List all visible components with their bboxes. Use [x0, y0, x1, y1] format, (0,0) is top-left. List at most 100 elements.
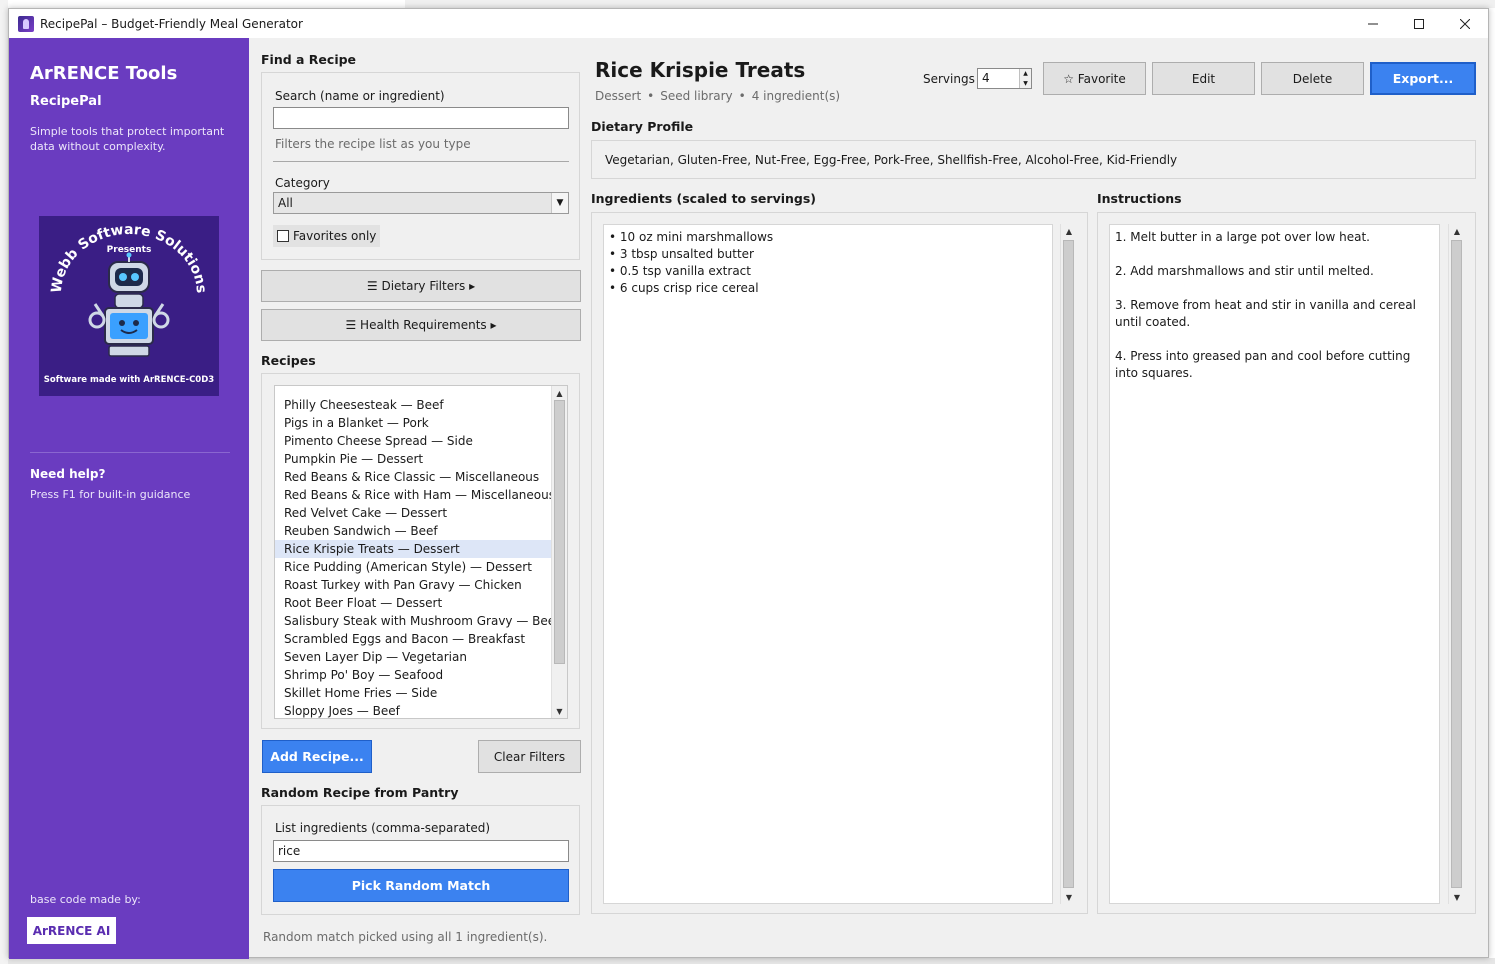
scroll-up-icon[interactable]: ▲: [1449, 224, 1465, 238]
recipe-list-item[interactable]: Shrimp Po' Boy — Seafood: [275, 666, 553, 684]
meta-separator: •: [738, 89, 746, 103]
status-message: Random match picked using all 1 ingredie…: [263, 930, 548, 944]
scrollbar-thumb[interactable]: [1451, 240, 1462, 888]
meta-separator: •: [647, 89, 655, 103]
minimize-icon: [1368, 23, 1378, 24]
recipe-title: Rice Krispie Treats: [595, 58, 806, 82]
recipe-list-item[interactable]: Pimento Cheese Spread — Side: [275, 432, 553, 450]
recipe-list-item[interactable]: Salisbury Steak with Mushroom Gravy — Be…: [275, 612, 559, 630]
recipe-list-item[interactable]: Pigs in a Blanket — Pork: [275, 414, 553, 432]
arrence-ai-badge[interactable]: ArRENCE AI: [27, 917, 116, 944]
recipe-list[interactable]: Philly Cheesesteak — Beef Pigs in a Blank…: [274, 385, 568, 719]
recipe-list-item[interactable]: Red Beans & Rice with Ham — Miscellaneou…: [275, 486, 555, 504]
ingredients-list: • 10 oz mini marshmallows • 3 tbsp unsalt…: [609, 229, 1047, 297]
scroll-down-icon[interactable]: ▼: [1061, 890, 1077, 904]
recipe-list-item[interactable]: Seven Layer Dip — Vegetarian: [275, 648, 553, 666]
clear-filters-button[interactable]: Clear Filters: [478, 740, 581, 773]
pick-random-match-button[interactable]: Pick Random Match: [273, 869, 569, 902]
recipe-list-item[interactable]: Scrambled Eggs and Bacon — Breakfast: [275, 630, 553, 648]
recipe-list-item[interactable]: Rice Pudding (American Style) — Dessert: [275, 558, 553, 576]
desktop-background: [0, 0, 8, 964]
pantry-label: List ingredients (comma-separated): [275, 821, 491, 835]
find-recipe-heading: Find a Recipe: [261, 52, 357, 67]
window-title: RecipePal – Budget-Friendly Meal Generat…: [40, 16, 303, 31]
ingredients-textbox[interactable]: • 10 oz mini marshmallows • 3 tbsp unsalt…: [603, 224, 1053, 904]
recipe-ingredient-count: 4 ingredient(s): [751, 89, 841, 103]
find-recipe-group: Search (name or ingredient) Filters the …: [261, 72, 580, 260]
stepper-down-icon[interactable]: ▼: [1023, 80, 1028, 87]
scrollbar-thumb[interactable]: [1063, 240, 1074, 888]
recipe-list-scrollbar[interactable]: ▲ ▼: [551, 386, 567, 718]
favorite-button[interactable]: ☆ Favorite: [1043, 62, 1146, 95]
recipe-list-item[interactable]: Skillet Home Fries — Side: [275, 684, 553, 702]
recipe-list-item[interactable]: Red Beans & Rice Classic — Miscellaneous: [275, 468, 553, 486]
category-select[interactable]: All ▼: [273, 192, 569, 214]
recipe-list-item[interactable]: Root Beer Float — Dessert: [275, 594, 553, 612]
recipe-list-item[interactable]: Philly Cheesesteak — Beef: [275, 396, 553, 414]
close-icon: [1460, 18, 1470, 29]
base-code-label: base code made by:: [30, 893, 141, 906]
delete-button[interactable]: Delete: [1261, 62, 1364, 95]
scroll-down-icon[interactable]: ▼: [552, 704, 567, 718]
sidebar: ArRENCE Tools RecipePal Simple tools tha…: [9, 38, 249, 959]
category-value: All: [278, 196, 293, 210]
add-recipe-button[interactable]: Add Recipe...: [262, 740, 372, 773]
servings-stepper[interactable]: ▲ ▼: [1019, 69, 1031, 88]
minimize-button[interactable]: [1350, 9, 1396, 38]
search-hint: Filters the recipe list as you type: [275, 137, 471, 151]
maximize-icon: [1414, 18, 1424, 29]
ingredients-group: • 10 oz mini marshmallows • 3 tbsp unsalt…: [591, 212, 1088, 914]
category-label: Category: [275, 176, 330, 190]
pantry-group: List ingredients (comma-separated) Pick …: [261, 805, 580, 915]
favorites-only-checkbox[interactable]: Favorites only: [273, 225, 381, 247]
close-button[interactable]: [1442, 9, 1488, 38]
recipe-list-item[interactable]: Red Velvet Cake — Dessert: [275, 504, 553, 522]
search-input[interactable]: [273, 107, 569, 129]
scroll-up-icon[interactable]: ▲: [1061, 224, 1077, 238]
dietary-profile-heading: Dietary Profile: [591, 119, 694, 134]
pantry-ingredients-input[interactable]: [273, 840, 569, 862]
dietary-profile-text: Vegetarian, Gluten-Free, Nut-Free, Egg-F…: [605, 153, 1178, 167]
chevron-down-icon[interactable]: ▼: [551, 193, 568, 213]
ingredient-line: • 10 oz mini marshmallows: [609, 230, 774, 244]
ingredient-line: • 6 cups crisp rice cereal: [609, 281, 759, 295]
recipes-group: Philly Cheesesteak — Beef Pigs in a Blank…: [261, 373, 580, 729]
instructions-scrollbar[interactable]: ▲ ▼: [1448, 224, 1465, 904]
pantry-heading: Random Recipe from Pantry: [261, 785, 459, 800]
recipe-list-item[interactable]: Roast Turkey with Pan Gravy — Chicken: [275, 576, 553, 594]
favorites-only-label: Favorites only: [293, 229, 377, 243]
ingredient-line: • 0.5 tsp vanilla extract: [609, 264, 751, 278]
recipe-list-item[interactable]: Reuben Sandwich — Beef: [275, 522, 553, 540]
servings-spinbox[interactable]: 4 ▲ ▼: [977, 68, 1032, 89]
recipe-meta: Dessert • Seed library • 4 ingredient(s): [595, 89, 840, 103]
window-controls: [1350, 9, 1488, 38]
servings-label: Servings: [923, 72, 975, 86]
instructions-textbox[interactable]: 1. Melt butter in a large pot over low h…: [1109, 224, 1440, 904]
scrollbar-thumb[interactable]: [554, 400, 565, 664]
recipe-list-item[interactable]: Pumpkin Pie — Dessert: [275, 450, 553, 468]
instructions-group: 1. Melt butter in a large pot over low h…: [1097, 212, 1476, 914]
instruction-step: 2. Add marshmallows and stir until melte…: [1115, 264, 1374, 278]
servings-value: 4: [982, 71, 990, 85]
recipe-source: Seed library: [660, 89, 733, 103]
ingredients-scrollbar[interactable]: ▲ ▼: [1060, 224, 1077, 904]
ingredient-line: • 3 tbsp unsalted butter: [609, 247, 754, 261]
recipe-list-item[interactable]: Sloppy Joes — Beef: [275, 702, 553, 718]
dietary-filters-button[interactable]: ☰ Dietary Filters ▸: [261, 270, 581, 302]
scroll-up-icon[interactable]: ▲: [552, 386, 567, 400]
edit-button[interactable]: Edit: [1152, 62, 1255, 95]
title-bar[interactable]: RecipePal – Budget-Friendly Meal Generat…: [9, 9, 1488, 38]
health-requirements-button[interactable]: ☰ Health Requirements ▸: [261, 309, 581, 341]
checkbox-box[interactable]: [277, 230, 289, 242]
stepper-up-icon[interactable]: ▲: [1023, 70, 1028, 77]
sidebar-divider: [30, 452, 230, 453]
scroll-down-icon[interactable]: ▼: [1449, 890, 1465, 904]
search-label: Search (name or ingredient): [275, 89, 445, 103]
help-text: Press F1 for built-in guidance: [30, 488, 191, 501]
app-window: RecipePal – Budget-Friendly Meal Generat…: [8, 8, 1489, 959]
app-name: RecipePal: [30, 94, 102, 109]
export-button[interactable]: Export...: [1370, 62, 1476, 95]
recipe-list-item[interactable]: Rice Krispie Treats — Dessert: [275, 540, 553, 558]
maximize-button[interactable]: [1396, 9, 1442, 38]
instructions-list: 1. Melt butter in a large pot over low h…: [1115, 229, 1434, 382]
